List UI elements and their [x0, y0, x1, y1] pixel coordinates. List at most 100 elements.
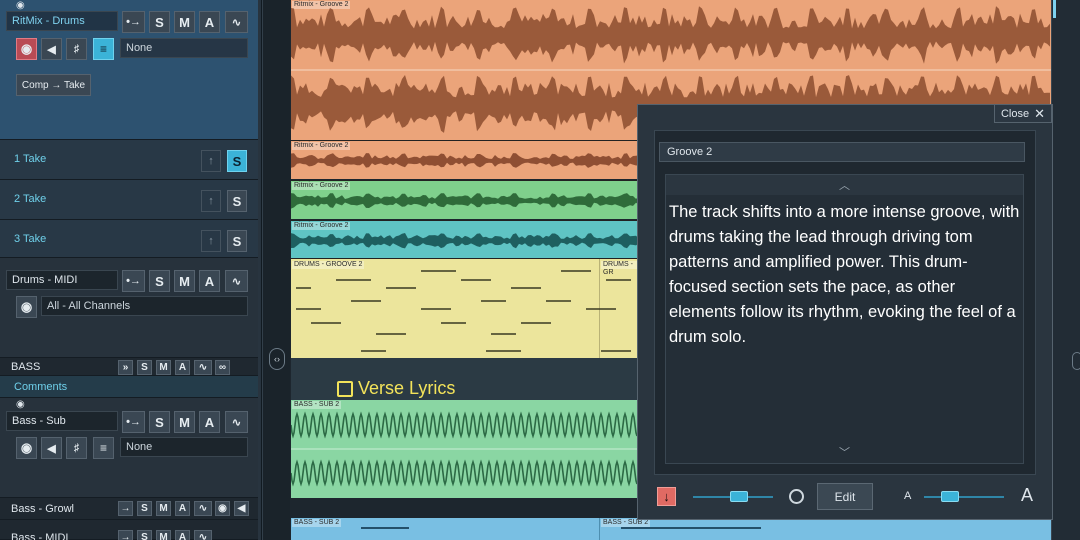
track-bass-growl: Bass - Growl → S M A ∿ ◉ ◀	[0, 498, 258, 520]
track-input-field[interactable]: None	[120, 437, 248, 457]
record-arm-button[interactable]: ◉	[16, 296, 37, 318]
record-arm-button[interactable]: ◉	[215, 501, 230, 516]
speed-gauge-icon	[789, 489, 804, 504]
tuner-icon[interactable]: ♯	[66, 437, 87, 459]
tuner-icon[interactable]: ♯	[66, 38, 87, 60]
track-bass-midi: Bass - MIDI → S M A ∿	[0, 520, 258, 540]
take-label: 1 Take	[14, 153, 47, 165]
eye-icon[interactable]: ◉	[16, 399, 25, 410]
comments-label[interactable]: Comments	[14, 381, 67, 393]
automation-button[interactable]: A	[199, 411, 220, 433]
take-label: 2 Take	[14, 193, 47, 205]
track-headers: ◉ RitMix - Drums •→ S M A ∿ ◉ ◀ ♯ ≡ None…	[0, 0, 262, 540]
scroll-thumb[interactable]	[1053, 0, 1056, 18]
midi-note	[361, 527, 409, 529]
automation-button[interactable]: A	[199, 11, 220, 33]
speaker-icon[interactable]: ◀	[41, 38, 62, 60]
slider-handle[interactable]	[730, 491, 748, 502]
record-arm-button[interactable]: ◉	[16, 437, 37, 459]
clip-drums-midi[interactable]: DRUMS - GROOVE 2 DRUMS - GR	[291, 258, 637, 358]
automation-button[interactable]: A	[199, 270, 220, 292]
envelope-icon[interactable]: ∿	[194, 530, 212, 540]
collapse-toggle-icon[interactable]: ‹›	[269, 348, 285, 370]
automation-button[interactable]: A	[175, 360, 190, 375]
solo-button[interactable]: S	[149, 411, 170, 433]
input-monitor-button[interactable]: •→	[122, 411, 145, 433]
track-name-bass-midi[interactable]: Bass - MIDI	[11, 532, 68, 540]
automation-button[interactable]: A	[175, 530, 190, 540]
take-row-1[interactable]: 1 Take ↑ S	[0, 140, 258, 180]
clip-bass-midi[interactable]: BASS - SUB 2 BASS - SUB 2	[291, 518, 1051, 540]
right-expand-icon[interactable]	[1072, 352, 1080, 370]
eye-icon[interactable]: ◉	[16, 0, 25, 11]
close-label: Close	[1000, 107, 1030, 120]
slider-track	[924, 496, 1004, 498]
solo-button[interactable]: S	[149, 11, 170, 33]
solo-button[interactable]: S	[149, 270, 170, 292]
speaker-icon[interactable]: ◀	[234, 501, 249, 516]
midi-channel-field[interactable]: All - All Channels	[41, 296, 248, 316]
lyrics-marker-label: Verse Lyrics	[358, 378, 456, 398]
solo-button[interactable]: S	[137, 530, 152, 540]
mute-button[interactable]: M	[156, 360, 171, 375]
track-name-ritmix[interactable]: RitMix - Drums	[6, 11, 118, 31]
right-scroll-strip[interactable]	[1051, 0, 1080, 540]
track-name-drums-midi[interactable]: Drums - MIDI	[6, 270, 118, 290]
list-icon[interactable]: ≡	[93, 437, 114, 459]
input-monitor-button[interactable]: →	[118, 501, 133, 516]
track-name-bass-growl[interactable]: Bass - Growl	[11, 503, 74, 515]
mute-button[interactable]: M	[156, 501, 171, 516]
solo-button[interactable]: S	[137, 360, 152, 375]
input-monitor-button[interactable]: •→	[122, 270, 145, 292]
track-bass-folder: BASS » S M A ∿ ∞	[0, 358, 258, 376]
solo-button[interactable]: S	[137, 501, 152, 516]
scroll-to-clip-button[interactable]: ↓	[657, 487, 676, 506]
envelope-icon[interactable]: ∿	[194, 501, 212, 516]
track-bass-sub: ◉ Bass - Sub •→ S M A ∿ ◉ ◀ ♯ ≡ None	[0, 398, 258, 498]
take-up-arrow-icon[interactable]: ↑	[201, 230, 221, 252]
link-icon[interactable]: ∞	[215, 360, 230, 375]
take-solo-button[interactable]: S	[227, 230, 247, 252]
midi-note	[621, 527, 761, 529]
comp-to-take-button[interactable]: Comp → Take	[16, 74, 91, 96]
mute-button[interactable]: M	[174, 270, 195, 292]
track-name-bass[interactable]: BASS	[11, 361, 40, 373]
font-size-slider[interactable]	[924, 490, 1004, 503]
take-row-3[interactable]: 3 Take ↑ S	[0, 220, 258, 258]
speaker-icon[interactable]: ◀	[41, 437, 62, 459]
track-input-field[interactable]: None	[120, 38, 248, 58]
clip-bass-sub[interactable]: BASS - SUB 2	[291, 400, 637, 498]
folder-collapse-icon[interactable]: »	[118, 360, 133, 375]
automation-button[interactable]: A	[175, 501, 190, 516]
notes-text: The track shifts into a more intense gro…	[669, 203, 1020, 346]
envelope-icon[interactable]: ∿	[225, 270, 248, 292]
scroll-down-icon[interactable]: ﹀	[666, 441, 1023, 463]
take-up-arrow-icon[interactable]: ↑	[201, 150, 221, 172]
lyrics-marker[interactable]: Verse Lyrics	[337, 378, 455, 399]
envelope-icon[interactable]: ∿	[225, 411, 248, 433]
notes-title: Groove 2	[659, 142, 1025, 162]
take-row-2[interactable]: 2 Take ↑ S	[0, 180, 258, 220]
take-solo-button[interactable]: S	[227, 150, 247, 172]
font-size-small-icon: A	[904, 490, 912, 502]
envelope-icon[interactable]: ∿	[194, 360, 212, 375]
slider-handle[interactable]	[941, 491, 959, 502]
track-name-bass-sub[interactable]: Bass - Sub	[6, 411, 118, 431]
track-drums-midi: Drums - MIDI •→ S M A ∿ ◉ All - All Chan…	[0, 258, 258, 358]
take-solo-button[interactable]: S	[227, 190, 247, 212]
record-arm-button[interactable]: ◉	[16, 38, 37, 60]
mute-button[interactable]: M	[174, 411, 195, 433]
input-monitor-button[interactable]: →	[118, 530, 133, 540]
scroll-up-icon[interactable]: ︿	[666, 175, 1023, 195]
clip-bass-midi-row	[291, 498, 637, 518]
edit-button[interactable]: Edit	[817, 483, 873, 510]
close-button[interactable]: Close ✕	[994, 104, 1052, 123]
mute-button[interactable]: M	[174, 11, 195, 33]
envelope-icon[interactable]: ∿	[225, 11, 248, 33]
take-up-arrow-icon[interactable]: ↑	[201, 190, 221, 212]
speed-slider[interactable]	[693, 490, 773, 503]
list-icon[interactable]: ≡	[93, 38, 114, 60]
mute-button[interactable]: M	[156, 530, 171, 540]
font-size-large-icon: A	[1021, 485, 1034, 505]
input-monitor-button[interactable]: •→	[122, 11, 145, 33]
